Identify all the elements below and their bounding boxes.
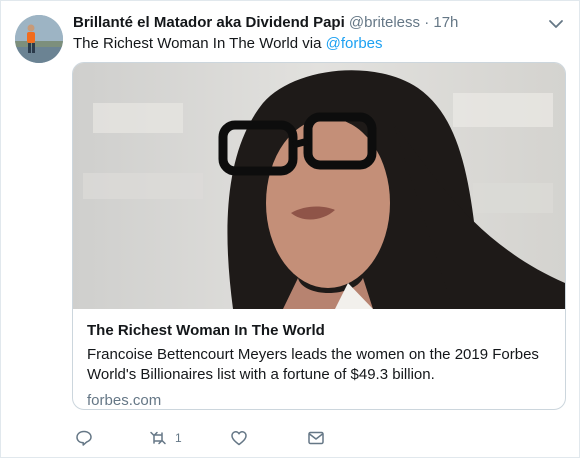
direct-message-button[interactable] — [307, 428, 325, 448]
tweet-text: The Richest Woman In The World via @forb… — [73, 34, 383, 54]
retweet-button[interactable]: 1 — [149, 428, 182, 448]
card-description: Francoise Bettencourt Meyers leads the w… — [87, 346, 539, 383]
heart-icon — [231, 431, 247, 446]
avatar-image — [15, 15, 63, 63]
card-body: The Richest Woman In The World Francoise… — [87, 321, 551, 409]
timestamp[interactable]: 17h — [433, 14, 458, 31]
reply-icon — [76, 430, 92, 446]
avatar[interactable] — [15, 15, 63, 63]
tweet: Brillanté el Matador aka Dividend Papi @… — [0, 0, 580, 458]
card-domain: forbes.com — [87, 392, 162, 409]
reply-button[interactable] — [75, 428, 93, 448]
author-handle[interactable]: @briteless — [349, 14, 420, 31]
card-image[interactable] — [73, 63, 565, 309]
tweet-text-body: The Richest Woman In The World via — [73, 35, 326, 52]
via-mention-link[interactable]: @forbes — [326, 35, 383, 52]
tweet-actions: 1 — [73, 428, 373, 448]
retweet-count: 1 — [175, 431, 182, 445]
like-button[interactable] — [230, 428, 248, 448]
link-card[interactable]: The Richest Woman In The World Francoise… — [72, 62, 566, 410]
card-title[interactable]: The Richest Woman In The World — [87, 321, 551, 341]
chevron-down-icon[interactable] — [547, 15, 565, 33]
author-display-name[interactable]: Brillanté el Matador aka Dividend Papi — [73, 14, 345, 31]
separator-dot: · — [424, 14, 430, 31]
envelope-icon — [308, 431, 324, 445]
tweet-header: Brillanté el Matador aka Dividend Papi @… — [73, 13, 539, 33]
retweet-icon — [150, 431, 166, 445]
